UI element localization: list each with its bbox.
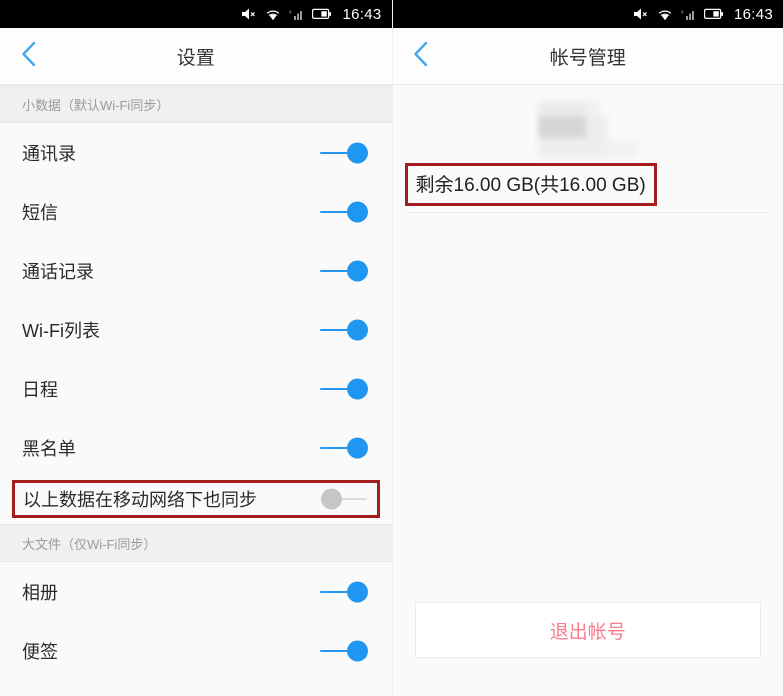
settings-row-sync-over-mobile[interactable]: 以上数据在移动网络下也同步	[12, 480, 380, 518]
account-name-redacted-block	[528, 99, 648, 158]
row-label: 通话记录	[22, 261, 94, 282]
row-label: 以上数据在移动网络下也同步	[23, 490, 257, 510]
nav-bar-account: 帐号管理	[392, 28, 783, 85]
status-bar-time-left: 16:43	[342, 5, 382, 23]
status-bar-time-right: 16:43	[733, 5, 773, 23]
toggle-sync-over-mobile[interactable]	[319, 488, 367, 510]
highlight-wrapper-mobile-sync: 以上数据在移动网络下也同步	[0, 477, 392, 524]
row-label: 便签	[22, 641, 58, 662]
logout-button[interactable]: 退出帐号	[414, 602, 761, 658]
wifi-icon	[265, 8, 281, 21]
status-bar-left: x 16:43	[0, 0, 392, 28]
chevron-left-icon	[20, 40, 37, 73]
section-header-small-data: 小数据（默认Wi-Fi同步）	[0, 85, 392, 123]
row-label: Wi-Fi列表	[22, 320, 100, 341]
toggle-calendar[interactable]	[319, 378, 368, 400]
settings-row-calendar[interactable]: 日程	[0, 359, 392, 418]
battery-icon	[703, 8, 724, 20]
toggle-track	[319, 446, 350, 449]
back-button-account[interactable]	[393, 28, 449, 85]
left-phone-panel: x 16:43 设置 小数据（默认Wi-Fi同步） 通讯录 短信 通话记录 Wi…	[0, 0, 392, 696]
toggle-knob	[346, 142, 368, 163]
settings-row-blacklist[interactable]: 黑名单	[0, 418, 392, 477]
row-label: 通讯录	[22, 143, 76, 164]
logout-section: 退出帐号	[393, 602, 783, 696]
row-label: 黑名单	[22, 438, 76, 459]
toggle-track	[319, 328, 350, 331]
settings-list: 小数据（默认Wi-Fi同步） 通讯录 短信 通话记录 Wi-Fi列表 日程 黑名…	[0, 85, 392, 696]
settings-row-wifi-list[interactable]: Wi-Fi列表	[0, 300, 392, 359]
toggle-knob	[346, 378, 368, 399]
settings-row-sms[interactable]: 短信	[0, 182, 392, 241]
wifi-icon	[657, 8, 673, 21]
toggle-knob	[346, 640, 368, 661]
toggle-knob	[346, 581, 368, 602]
toggle-album[interactable]	[319, 581, 368, 603]
status-bar-right: x 16:43	[392, 0, 783, 28]
toggle-track	[319, 387, 350, 390]
toggle-call-log[interactable]	[319, 260, 368, 282]
dual-phone-screenshot: x 16:43 设置 小数据（默认Wi-Fi同步） 通讯录 短信 通话记录 Wi…	[0, 0, 783, 696]
volume-mute-icon	[241, 7, 257, 21]
account-info-block: 剩余16.00 GB(共16.00 GB)	[392, 85, 783, 213]
toggle-knob	[346, 201, 368, 222]
toggle-knob	[346, 437, 368, 458]
volume-mute-icon	[633, 7, 649, 21]
settings-row-call-log[interactable]: 通话记录	[0, 241, 392, 300]
toggle-track	[319, 590, 350, 593]
svg-text:x: x	[289, 9, 292, 15]
storage-text: 剩余16.00 GB(共16.00 GB)	[415, 175, 646, 196]
back-button-settings[interactable]	[0, 28, 56, 85]
toggle-track	[319, 151, 350, 154]
settings-row-contacts[interactable]: 通讯录	[0, 123, 392, 182]
toggle-blacklist[interactable]	[319, 437, 368, 459]
row-label: 日程	[22, 379, 58, 400]
svg-text:x: x	[681, 9, 684, 15]
signal-no-service-icon: x	[289, 8, 304, 21]
right-phone-panel: x 16:43 帐号管理 剩余16.00 GB(共16.00 GB) 退出帐号	[391, 0, 783, 696]
toggle-notes[interactable]	[319, 640, 368, 662]
row-label: 相册	[22, 582, 58, 603]
section-header-large-files: 大文件（仅Wi-Fi同步）	[0, 524, 392, 562]
page-title-account: 帐号管理	[549, 47, 626, 69]
row-label: 短信	[22, 202, 58, 223]
toggle-track	[319, 649, 350, 652]
nav-bar-settings: 设置	[0, 28, 392, 85]
toggle-contacts[interactable]	[319, 142, 368, 164]
right-panel-spacer	[393, 213, 783, 602]
settings-row-album[interactable]: 相册	[0, 562, 392, 621]
toggle-knob	[346, 260, 368, 281]
storage-row: 剩余16.00 GB(共16.00 GB)	[393, 161, 783, 206]
settings-row-notes[interactable]: 便签	[0, 621, 392, 680]
toggle-knob	[320, 488, 342, 510]
battery-icon	[312, 8, 332, 20]
chevron-left-icon	[412, 40, 429, 73]
toggle-track	[319, 210, 350, 213]
signal-no-service-icon: x	[681, 8, 696, 21]
toggle-sms[interactable]	[319, 201, 368, 223]
page-title-settings: 设置	[176, 47, 215, 69]
toggle-knob	[346, 319, 368, 340]
toggle-wifi-list[interactable]	[319, 319, 368, 341]
storage-highlight-box: 剩余16.00 GB(共16.00 GB)	[404, 163, 657, 206]
toggle-track	[319, 269, 350, 272]
